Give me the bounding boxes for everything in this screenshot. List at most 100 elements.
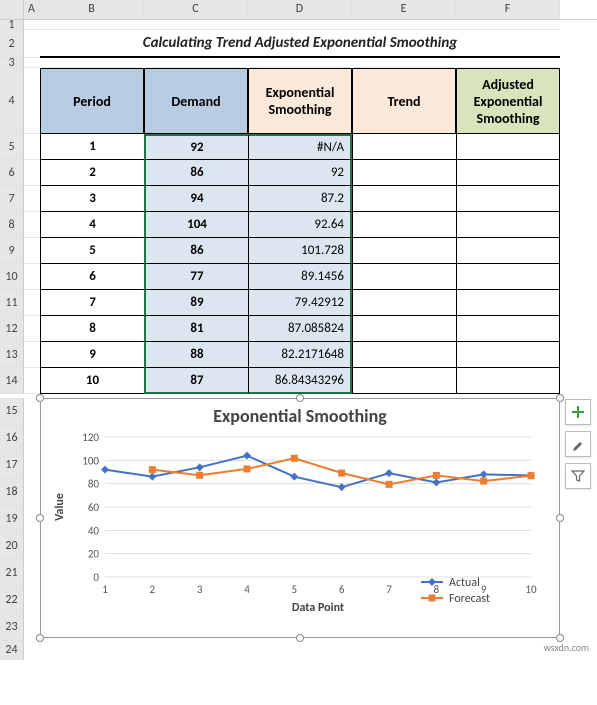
row-header-11[interactable]: 11 xyxy=(0,290,24,316)
cell-adj[interactable] xyxy=(456,290,560,316)
page-title[interactable]: Calculating Trend Adjusted Exponential S… xyxy=(40,30,560,58)
cell-exp[interactable]: 89.1456 xyxy=(248,264,352,290)
header-exp[interactable]: Exponential Smoothing xyxy=(248,68,352,134)
header-period[interactable]: Period xyxy=(40,68,144,134)
col-header-d[interactable]: D xyxy=(248,0,352,19)
cell-trend[interactable] xyxy=(352,342,456,368)
cell-exp[interactable]: 79.42912 xyxy=(248,290,352,316)
resize-handle[interactable] xyxy=(556,514,564,522)
cell-exp[interactable]: 101.728 xyxy=(248,238,352,264)
cell-trend[interactable] xyxy=(352,212,456,238)
cell-trend[interactable] xyxy=(352,368,456,394)
chart-object[interactable]: Exponential Smoothing 020406080100120123… xyxy=(40,398,560,638)
row-header-10[interactable]: 10 xyxy=(0,264,24,290)
cell-period[interactable]: 5 xyxy=(40,238,144,264)
cell-trend[interactable] xyxy=(352,316,456,342)
col-header-a[interactable]: A xyxy=(24,0,40,19)
resize-handle[interactable] xyxy=(36,514,44,522)
cell-demand[interactable]: 87 xyxy=(144,368,248,394)
cell-exp[interactable]: 92 xyxy=(248,160,352,186)
cell-period[interactable]: 3 xyxy=(40,186,144,212)
cell-exp[interactable]: 87.2 xyxy=(248,186,352,212)
row-header-13[interactable]: 13 xyxy=(0,342,24,368)
row-header-12[interactable]: 12 xyxy=(0,316,24,342)
cell-adj[interactable] xyxy=(456,316,560,342)
cell-trend[interactable] xyxy=(352,186,456,212)
spreadsheet-grid[interactable]: A B C D E F 1 2 Calculating Trend Adjust… xyxy=(0,0,597,660)
resize-handle[interactable] xyxy=(296,394,304,402)
row-header-14[interactable]: 14 xyxy=(0,368,24,394)
cell-adj[interactable] xyxy=(456,212,560,238)
row-header-4[interactable]: 4 xyxy=(0,68,24,134)
row-header-15[interactable]: 15 xyxy=(0,398,24,425)
cell-adj[interactable] xyxy=(456,368,560,394)
chart-plot-area[interactable]: 02040608010012012345678910Data PointValu… xyxy=(41,427,561,627)
chart-title[interactable]: Exponential Smoothing xyxy=(41,399,559,427)
row-header-9[interactable]: 9 xyxy=(0,238,24,264)
cell-demand[interactable]: 104 xyxy=(144,212,248,238)
cell-demand[interactable]: 77 xyxy=(144,264,248,290)
row-header-23[interactable]: 23 xyxy=(0,614,24,641)
row-header-24[interactable]: 24 xyxy=(0,640,24,660)
cell-demand[interactable]: 94 xyxy=(144,186,248,212)
cell-exp[interactable]: #N/A xyxy=(248,134,352,160)
row-header-1[interactable]: 1 xyxy=(0,20,24,30)
row-header-5[interactable]: 5 xyxy=(0,134,24,160)
cell-demand[interactable]: 89 xyxy=(144,290,248,316)
header-trend[interactable]: Trend xyxy=(352,68,456,134)
cell-demand[interactable]: 86 xyxy=(144,160,248,186)
cell-period[interactable]: 10 xyxy=(40,368,144,394)
col-header-f[interactable]: F xyxy=(456,0,560,19)
cell-adj[interactable] xyxy=(456,186,560,212)
row-header-22[interactable]: 22 xyxy=(0,587,24,614)
cell-exp[interactable]: 86.84343296 xyxy=(248,368,352,394)
cell-exp[interactable]: 82.2171648 xyxy=(248,342,352,368)
col-header-b[interactable]: B xyxy=(40,0,144,19)
row-header-2[interactable]: 2 xyxy=(0,30,24,58)
chart-filters-button[interactable] xyxy=(565,463,591,489)
cell-trend[interactable] xyxy=(352,134,456,160)
cell-adj[interactable] xyxy=(456,342,560,368)
cell-period[interactable]: 2 xyxy=(40,160,144,186)
row-header-6[interactable]: 6 xyxy=(0,160,24,186)
cell-adj[interactable] xyxy=(456,238,560,264)
chart-styles-button[interactable] xyxy=(565,431,591,457)
col-header-c[interactable]: C xyxy=(144,0,248,19)
cell-adj[interactable] xyxy=(456,134,560,160)
row-header-19[interactable]: 19 xyxy=(0,506,24,533)
header-demand[interactable]: Demand xyxy=(144,68,248,134)
resize-handle[interactable] xyxy=(36,634,44,642)
cell-exp[interactable]: 87.085824 xyxy=(248,316,352,342)
select-all-corner[interactable] xyxy=(0,0,24,19)
header-adj[interactable]: Adjusted Exponential Smoothing xyxy=(456,68,560,134)
cell-trend[interactable] xyxy=(352,264,456,290)
row-header-17[interactable]: 17 xyxy=(0,452,24,479)
col-header-e[interactable]: E xyxy=(352,0,456,19)
row-header-20[interactable]: 20 xyxy=(0,533,24,560)
cell-period[interactable]: 1 xyxy=(40,134,144,160)
cell-period[interactable]: 4 xyxy=(40,212,144,238)
cell-demand[interactable]: 81 xyxy=(144,316,248,342)
row-header-8[interactable]: 8 xyxy=(0,212,24,238)
cell-adj[interactable] xyxy=(456,160,560,186)
resize-handle[interactable] xyxy=(296,634,304,642)
row-header-18[interactable]: 18 xyxy=(0,479,24,506)
cell-demand[interactable]: 88 xyxy=(144,342,248,368)
cell-trend[interactable] xyxy=(352,290,456,316)
cell-demand[interactable]: 92 xyxy=(144,134,248,160)
cell-exp[interactable]: 92.64 xyxy=(248,212,352,238)
row-header-3[interactable]: 3 xyxy=(0,58,24,68)
chart-elements-button[interactable] xyxy=(565,399,591,425)
row-header-16[interactable]: 16 xyxy=(0,425,24,452)
cell-trend[interactable] xyxy=(352,160,456,186)
row-header-7[interactable]: 7 xyxy=(0,186,24,212)
cell-trend[interactable] xyxy=(352,238,456,264)
row-header-21[interactable]: 21 xyxy=(0,560,24,587)
cell-period[interactable]: 7 xyxy=(40,290,144,316)
cell-demand[interactable]: 86 xyxy=(144,238,248,264)
cell-period[interactable]: 8 xyxy=(40,316,144,342)
resize-handle[interactable] xyxy=(36,394,44,402)
cell-adj[interactable] xyxy=(456,264,560,290)
cell-period[interactable]: 9 xyxy=(40,342,144,368)
resize-handle[interactable] xyxy=(556,394,564,402)
